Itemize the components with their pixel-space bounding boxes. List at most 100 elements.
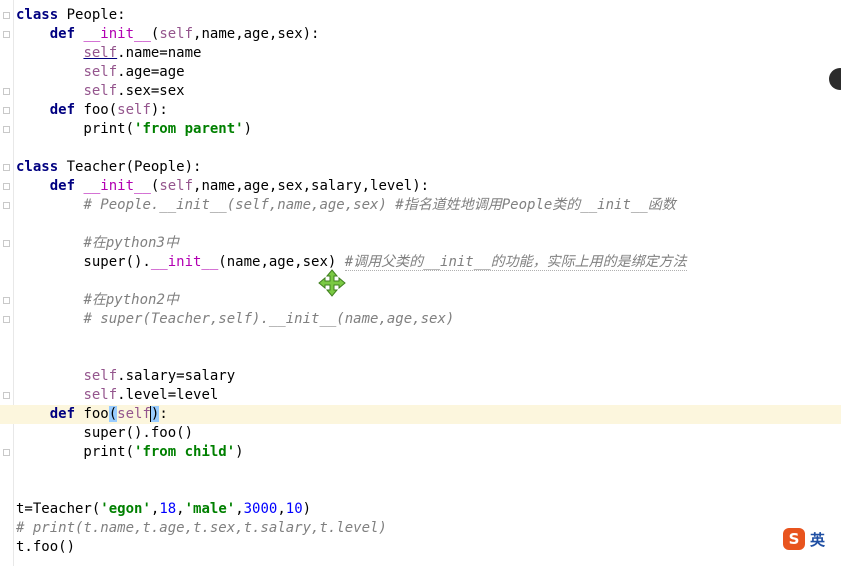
code-token: 'male' bbox=[184, 501, 236, 517]
code-token: 'egon' bbox=[100, 501, 151, 517]
move-cursor-icon bbox=[318, 269, 346, 297]
code-token: class bbox=[16, 159, 59, 175]
fold-marker-icon[interactable] bbox=[3, 392, 10, 399]
fold-marker-icon[interactable] bbox=[3, 449, 10, 456]
code-token: self bbox=[83, 368, 118, 384]
code-token: def bbox=[49, 406, 76, 422]
code-token: __init__ bbox=[83, 178, 151, 194]
code-token: super(). bbox=[16, 254, 151, 270]
code-line[interactable]: self.level=level bbox=[16, 386, 841, 405]
code-line[interactable]: t=Teacher('egon',18,'male',3000,10) bbox=[16, 500, 841, 519]
code-token: print( bbox=[16, 444, 135, 460]
code-line[interactable]: # print(t.name,t.age,t.sex,t.salary,t.le… bbox=[16, 519, 841, 538]
fold-marker-icon[interactable] bbox=[3, 88, 10, 95]
code-line[interactable] bbox=[16, 215, 841, 234]
editor-gutter[interactable] bbox=[0, 0, 14, 566]
code-token: ) bbox=[243, 121, 253, 137]
code-token: self bbox=[83, 83, 118, 99]
code-token: ,name,age,sex,salary,level): bbox=[193, 178, 430, 194]
code-token: ) bbox=[235, 444, 244, 460]
fold-marker-icon[interactable] bbox=[3, 297, 10, 304]
code-line[interactable] bbox=[16, 348, 841, 367]
ime-indicator[interactable]: S 英 bbox=[783, 527, 839, 551]
code-line[interactable]: # super(Teacher,self).__init__(name,age,… bbox=[16, 310, 841, 329]
fold-marker-icon[interactable] bbox=[3, 240, 10, 247]
code-editor[interactable]: class People: def __init__(self,name,age… bbox=[0, 6, 841, 557]
code-token: self bbox=[83, 45, 118, 61]
fold-marker-icon[interactable] bbox=[3, 126, 10, 133]
code-token: def bbox=[49, 26, 76, 42]
code-line[interactable]: class Teacher(People): bbox=[16, 158, 841, 177]
fold-marker-icon[interactable] bbox=[3, 164, 10, 171]
code-token: 10 bbox=[285, 501, 303, 517]
code-line[interactable]: super().foo() bbox=[16, 424, 841, 443]
fold-marker-icon[interactable] bbox=[3, 316, 10, 323]
code-token: super().foo() bbox=[16, 425, 194, 441]
code-token: def bbox=[49, 102, 76, 118]
code-line[interactable] bbox=[16, 329, 841, 348]
code-line[interactable]: print('from child') bbox=[16, 443, 841, 462]
code-line[interactable] bbox=[16, 481, 841, 500]
code-token: .sex=sex bbox=[117, 83, 185, 99]
code-line[interactable]: print('from parent') bbox=[16, 120, 841, 139]
code-line[interactable]: #在python3中 bbox=[16, 234, 841, 253]
code-line[interactable]: t.foo() bbox=[16, 538, 841, 557]
code-line[interactable] bbox=[16, 139, 841, 158]
fold-marker-icon[interactable] bbox=[3, 31, 10, 38]
code-token: #调用父类的__init__的功能，实际上用的是绑定方法 bbox=[344, 254, 687, 271]
code-token: # super(Teacher,self).__init__(name,age,… bbox=[83, 311, 455, 327]
code-token: : bbox=[159, 406, 168, 422]
code-token: __init__ bbox=[83, 26, 151, 42]
code-line[interactable]: super().__init__(name,age,sex) #调用父类的__i… bbox=[16, 253, 841, 272]
code-token: .age=age bbox=[117, 64, 185, 80]
code-line[interactable]: self.sex=sex bbox=[16, 82, 841, 101]
fold-marker-icon[interactable] bbox=[3, 202, 10, 209]
code-token: class bbox=[16, 7, 59, 23]
code-line[interactable]: self.name=name bbox=[16, 44, 841, 63]
fold-marker-icon[interactable] bbox=[3, 183, 10, 190]
code-token: t=Teacher( bbox=[16, 501, 101, 517]
code-line[interactable] bbox=[16, 272, 841, 291]
code-token: self bbox=[83, 64, 118, 80]
code-token: .name=name bbox=[117, 45, 202, 61]
code-token: People: bbox=[58, 7, 126, 23]
code-token: self bbox=[117, 406, 151, 422]
code-token: self bbox=[159, 178, 194, 194]
code-token: ): bbox=[150, 102, 168, 118]
code-line[interactable]: self.age=age bbox=[16, 63, 841, 82]
code-line[interactable] bbox=[16, 462, 841, 481]
code-line[interactable]: def foo(self): bbox=[0, 405, 841, 424]
code-token: self bbox=[83, 387, 118, 403]
code-line[interactable]: #在python2中 bbox=[16, 291, 841, 310]
code-token: self bbox=[117, 102, 151, 118]
code-token: Teacher(People): bbox=[58, 159, 202, 175]
sogou-logo-icon: S bbox=[783, 528, 805, 550]
code-line[interactable]: def __init__(self,name,age,sex,salary,le… bbox=[16, 177, 841, 196]
ime-mode-label: 英 bbox=[810, 530, 826, 549]
code-token: ,name,age,sex): bbox=[193, 26, 320, 42]
code-token: foo bbox=[75, 406, 109, 422]
code-line[interactable]: class People: bbox=[16, 6, 841, 25]
code-token: #在python2中 bbox=[83, 292, 179, 308]
code-token: # People.__init__(self,name,age,sex) #指名… bbox=[83, 197, 676, 213]
code-line[interactable]: # People.__init__(self,name,age,sex) #指名… bbox=[16, 196, 841, 215]
code-token: .level=level bbox=[117, 387, 219, 403]
code-token: __init__ bbox=[150, 254, 219, 270]
code-line[interactable]: def __init__(self,name,age,sex): bbox=[16, 25, 841, 44]
code-token: #在python3中 bbox=[83, 235, 179, 251]
code-token: ) bbox=[149, 406, 160, 422]
fold-marker-icon[interactable] bbox=[3, 107, 10, 114]
code-line[interactable]: self.salary=salary bbox=[16, 367, 841, 386]
code-line[interactable]: def foo(self): bbox=[16, 101, 841, 120]
fold-marker-icon[interactable] bbox=[3, 12, 10, 19]
code-token: , bbox=[176, 501, 185, 517]
